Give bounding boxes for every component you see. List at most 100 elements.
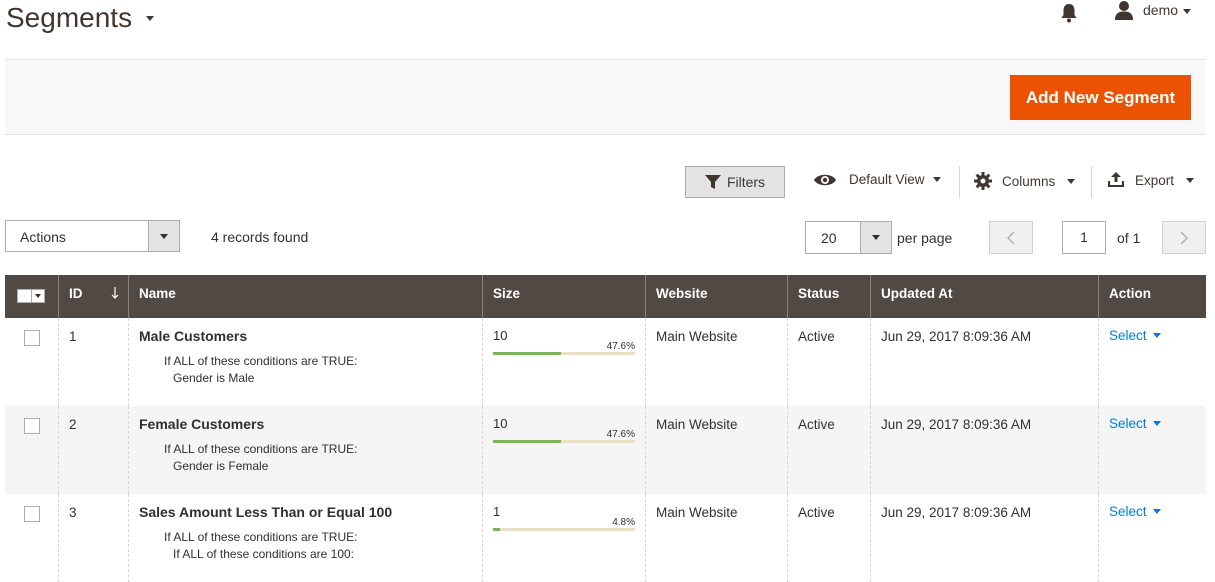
updated-at: Jun 29, 2017 8:09:36 AM: [881, 505, 1032, 520]
segment-size: 10: [493, 328, 508, 343]
export-dropdown[interactable]: Export: [1107, 172, 1195, 188]
user-icon[interactable]: [1114, 0, 1134, 20]
grid-header: ID Name Size Website Status Updated At A…: [5, 275, 1206, 318]
select-label: Select: [1109, 504, 1147, 519]
condition-text: Gender is Male: [173, 371, 255, 385]
updated-at: Jun 29, 2017 8:09:36 AM: [881, 417, 1032, 432]
divider: [1091, 166, 1092, 198]
segment-size-percent: 47.6%: [606, 341, 635, 352]
condition-text: Gender is Female: [173, 459, 269, 473]
chevron-down-icon: [872, 235, 880, 240]
row-checkbox[interactable]: [24, 506, 40, 522]
row-id: 1: [69, 329, 77, 344]
size-progress-fill: [493, 440, 561, 443]
column-header-name[interactable]: Name: [129, 275, 483, 318]
column-header-status[interactable]: Status: [788, 275, 871, 318]
page-title[interactable]: Segments: [6, 0, 132, 36]
eye-icon: [814, 174, 836, 185]
columns-dropdown[interactable]: Columns: [974, 172, 1076, 190]
table-row: 1 Male Customers If ALL of these conditi…: [5, 318, 1206, 406]
segment-size: 10: [493, 416, 508, 431]
segment-name: Sales Amount Less Than or Equal 100: [139, 504, 393, 520]
mass-actions-select[interactable]: Actions: [5, 220, 180, 252]
column-header-size[interactable]: Size: [483, 275, 646, 318]
per-page-value: 20: [821, 230, 837, 246]
condition-text: If ALL of these conditions are TRUE:: [164, 530, 358, 544]
row-select-action[interactable]: Select: [1109, 504, 1161, 519]
row-select-action[interactable]: Select: [1109, 416, 1161, 431]
row-select-action[interactable]: Select: [1109, 328, 1161, 343]
chevron-down-icon: [932, 177, 941, 182]
status: Active: [798, 505, 835, 520]
default-view-dropdown[interactable]: Default View: [813, 172, 941, 187]
filters-button[interactable]: Filters: [685, 166, 785, 198]
table-row: 3 Sales Amount Less Than or Equal 100 If…: [5, 494, 1206, 582]
page-number-input[interactable]: 1: [1062, 221, 1106, 254]
next-page-button[interactable]: [1162, 221, 1206, 254]
sort-arrow-down-icon: [111, 287, 119, 299]
condition-text: If ALL of these conditions are 100:: [173, 547, 355, 561]
chevron-right-icon: [1180, 230, 1189, 245]
select-label: Select: [1109, 328, 1147, 343]
condition-text: If ALL of these conditions are TRUE:: [164, 442, 358, 456]
segment-size-percent: 4.8%: [612, 517, 635, 528]
columns-label: Columns: [1002, 173, 1056, 189]
filter-icon: [704, 175, 721, 189]
chevron-down-icon[interactable]: [31, 290, 44, 302]
chevron-down-icon: [160, 233, 168, 239]
chevron-down-icon: [1152, 509, 1161, 514]
add-new-segment-button[interactable]: Add New Segment: [1010, 75, 1191, 120]
chevron-down-icon: [1186, 177, 1195, 183]
actions-dropdown-toggle[interactable]: [148, 221, 179, 251]
website: Main Website: [656, 417, 738, 432]
chevron-down-icon[interactable]: [1183, 9, 1191, 14]
export-label: Export: [1135, 172, 1175, 188]
size-progress-fill: [493, 352, 561, 355]
segment-size: 1: [493, 504, 501, 519]
column-label: ID: [69, 286, 83, 301]
column-header-action: Action: [1109, 286, 1151, 301]
page-total: of 1: [1117, 230, 1141, 246]
chevron-left-icon: [1006, 230, 1015, 245]
user-name[interactable]: demo: [1143, 2, 1178, 18]
previous-page-button[interactable]: [989, 221, 1033, 254]
default-view-label: Default View: [849, 172, 925, 187]
website: Main Website: [656, 505, 738, 520]
column-header-updated-at[interactable]: Updated At: [871, 275, 1099, 318]
row-checkbox[interactable]: [24, 418, 40, 434]
divider: [959, 166, 960, 198]
updated-at: Jun 29, 2017 8:09:36 AM: [881, 329, 1032, 344]
chevron-down-icon: [1152, 421, 1161, 426]
segment-size-percent: 47.6%: [606, 429, 635, 440]
column-header-website[interactable]: Website: [646, 275, 788, 318]
chevron-down-icon[interactable]: [146, 16, 154, 21]
bell-icon[interactable]: [1060, 3, 1078, 23]
gear-icon: [974, 172, 992, 190]
row-checkbox[interactable]: [24, 330, 40, 346]
per-page-toggle[interactable]: [860, 222, 891, 253]
size-progress-bar: [493, 352, 635, 355]
size-progress-fill: [493, 528, 500, 531]
actions-label: Actions: [20, 229, 66, 245]
status: Active: [798, 329, 835, 344]
select-all-header[interactable]: [5, 275, 59, 318]
per-page-select[interactable]: 20: [805, 221, 892, 254]
row-id: 2: [69, 417, 77, 432]
row-id: 3: [69, 505, 77, 520]
per-page-label: per page: [897, 230, 953, 246]
size-progress-bar: [493, 528, 635, 531]
segment-name: Female Customers: [139, 416, 265, 432]
select-label: Select: [1109, 416, 1147, 431]
filters-label: Filters: [726, 174, 766, 190]
records-found: 4 records found: [211, 229, 309, 245]
status: Active: [798, 417, 835, 432]
website: Main Website: [656, 329, 738, 344]
mass-select-checkbox[interactable]: [17, 289, 45, 303]
column-header-id[interactable]: ID: [59, 275, 129, 318]
size-progress-bar: [493, 440, 635, 443]
condition-text: If ALL of these conditions are TRUE:: [164, 354, 358, 368]
chevron-down-icon: [1067, 178, 1076, 184]
segment-name: Male Customers: [139, 328, 248, 344]
export-icon: [1108, 172, 1124, 187]
table-row: 2 Female Customers If ALL of these condi…: [5, 406, 1206, 494]
